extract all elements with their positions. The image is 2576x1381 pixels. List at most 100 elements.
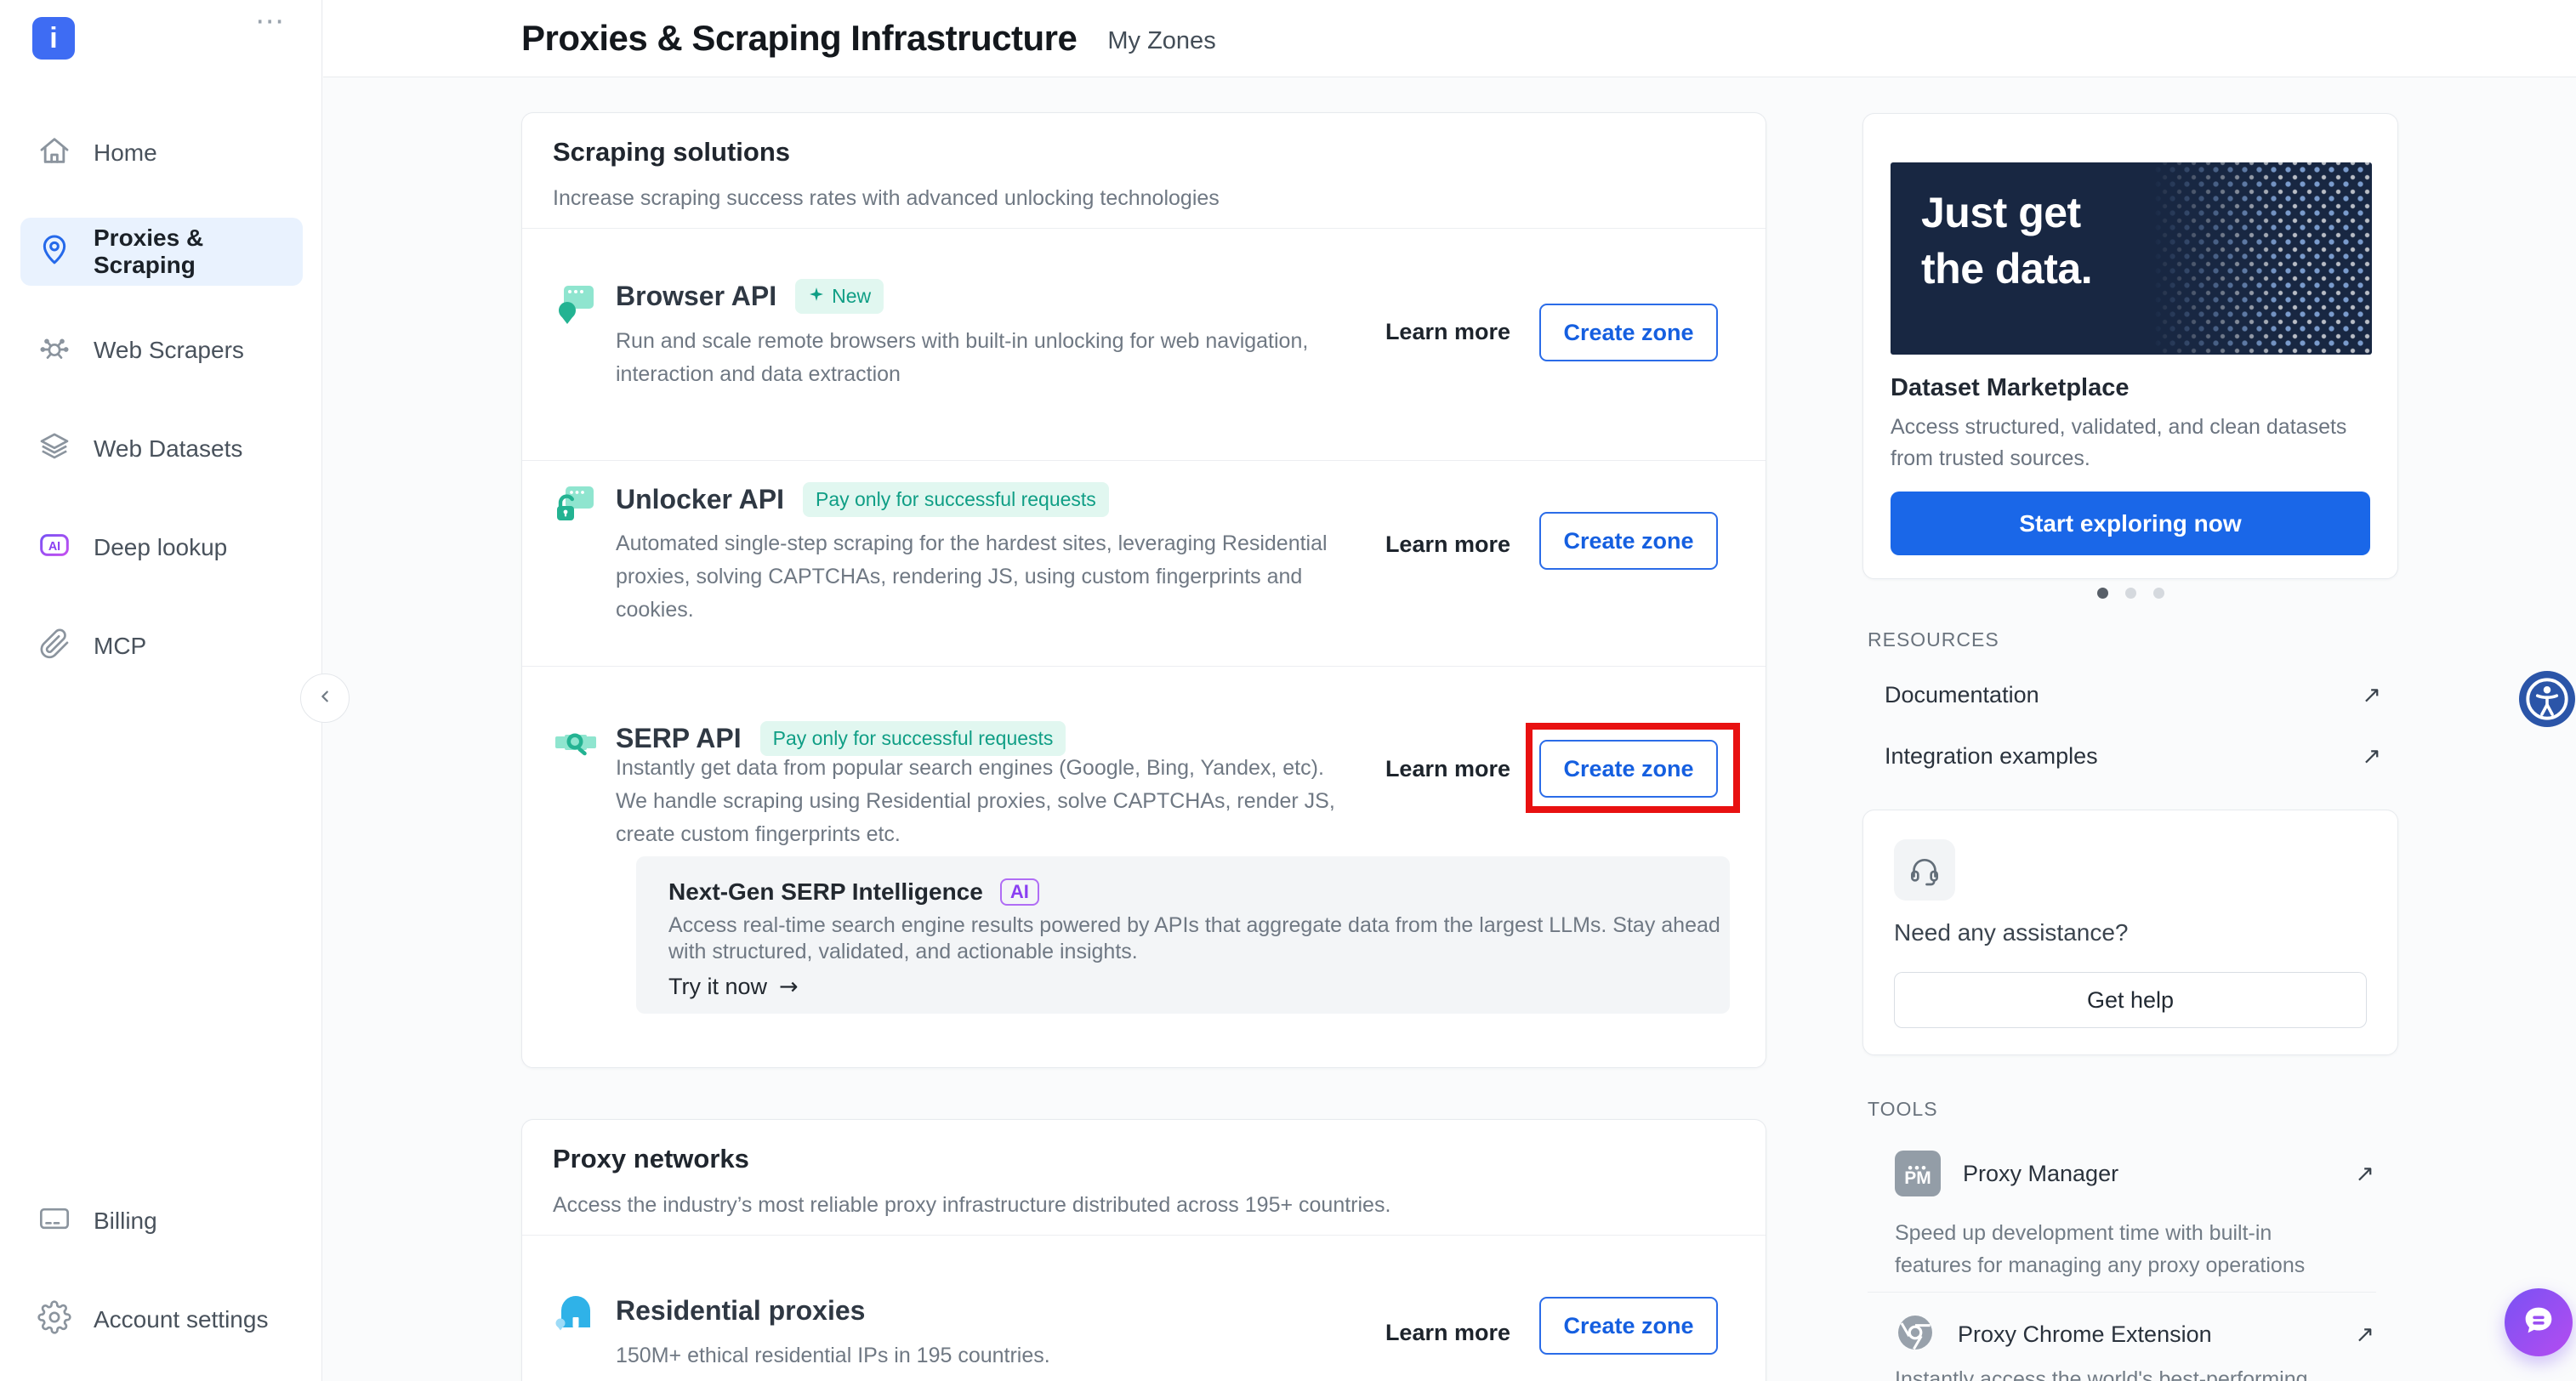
promo-carousel-dots (1862, 588, 2398, 599)
tools-section-label: TOOLS (1868, 1098, 1938, 1121)
try-it-now-label: Try it now (668, 974, 767, 1000)
learn-more-link[interactable]: Learn more (1385, 756, 1510, 782)
desc-line: with structured, validated, and actionab… (668, 939, 1720, 965)
tool-proxy-manager[interactable]: ••• PM Proxy Manager ↗ (1895, 1151, 2374, 1196)
carousel-dot[interactable] (2153, 588, 2164, 599)
sidebar-item-home[interactable]: Home (20, 119, 303, 187)
product-title: Residential proxies (616, 1295, 865, 1327)
sidebar-item-label: Billing (94, 1208, 157, 1235)
promo-heading: Dataset Marketplace (1891, 374, 2129, 402)
accessibility-widget-button[interactable] (2519, 671, 2575, 727)
ai-box-icon: AI (37, 528, 71, 568)
browser-api-icon (553, 281, 599, 327)
create-zone-button-browser-api[interactable]: Create zone (1539, 304, 1718, 361)
product-description: 150M+ ethical residential IPs in 195 cou… (616, 1339, 1050, 1372)
chat-widget-button[interactable] (2505, 1288, 2573, 1356)
sidebar: i ⋯ Home Proxies & Scraping Web Scrapers… (0, 0, 322, 1381)
resources-link-documentation[interactable]: Documentation ↗ (1885, 673, 2381, 717)
row-unlocker-api: Unlocker API Pay only for successful req… (522, 460, 1766, 666)
tab-my-zones[interactable]: My Zones (1107, 22, 1215, 55)
sidebar-item-label: Account settings (94, 1306, 268, 1333)
learn-more-link[interactable]: Learn more (1385, 1320, 1510, 1346)
external-link-icon: ↗ (2362, 682, 2381, 708)
desc-line: Instantly access the world's best-perfor… (1895, 1363, 2308, 1381)
sidebar-item-label: Web Scrapers (94, 337, 244, 364)
desc-line: 150M+ ethical residential IPs in 195 cou… (616, 1339, 1050, 1372)
sidebar-item-web-scrapers[interactable]: Web Scrapers (20, 316, 303, 384)
sidebar-item-mcp[interactable]: MCP (20, 612, 303, 680)
desc-line: features for managing any proxy operatio… (1895, 1249, 2305, 1282)
badge-label: Pay only for successful requests (773, 727, 1054, 750)
sidebar-overflow-menu-icon[interactable]: ⋯ (255, 7, 287, 36)
product-description: Run and scale remote browsers with built… (616, 325, 1308, 391)
brand-logo[interactable]: i (32, 17, 75, 60)
carousel-dot[interactable] (2097, 588, 2108, 599)
learn-more-link[interactable]: Learn more (1385, 531, 1510, 558)
desc-line: Run and scale remote browsers with built… (616, 325, 1308, 358)
layers-icon (37, 429, 71, 469)
get-help-button[interactable]: Get help (1894, 972, 2367, 1028)
desc-line: Access real-time search engine results p… (668, 912, 1720, 939)
paperclip-icon (37, 627, 71, 667)
row-browser-api: Browser API New Run and scale remote bro… (522, 229, 1766, 460)
divider (1868, 1292, 2376, 1293)
create-zone-button-residential[interactable]: Create zone (1539, 1297, 1718, 1355)
credit-card-icon (37, 1202, 71, 1242)
card-title: Proxy networks (553, 1144, 749, 1174)
link-label: Integration examples (1885, 743, 2098, 770)
tool-description: Speed up development time with built-in … (1895, 1217, 2305, 1282)
sidebar-item-label: Proxies & Scraping (94, 224, 303, 279)
sidebar-item-deep-lookup[interactable]: AI Deep lookup (20, 514, 303, 582)
next-gen-serp-box: Next-Gen SERP Intelligence AI Access rea… (636, 856, 1730, 1014)
serp-box-title: Next-Gen SERP Intelligence (668, 878, 983, 906)
resources-section-label: RESOURCES (1868, 628, 1999, 651)
carousel-dot[interactable] (2125, 588, 2136, 599)
serp-box-description: Access real-time search engine results p… (668, 912, 1720, 965)
sidebar-item-billing[interactable]: Billing (20, 1187, 303, 1255)
try-it-now-link[interactable]: Try it now → (668, 974, 799, 1000)
unlocker-api-icon (553, 483, 599, 529)
product-description: Automated single-step scraping for the h… (616, 527, 1328, 627)
card-subtitle: Access the industry’s most reliable prox… (553, 1193, 1390, 1218)
product-title: Unlocker API (616, 484, 784, 515)
resources-link-integration-examples[interactable]: Integration examples ↗ (1885, 734, 2381, 778)
row-serp-api: SERP API Pay only for successful request… (522, 666, 1766, 1069)
desc-line: interaction and data extraction (616, 358, 1308, 391)
sidebar-item-label: Home (94, 139, 157, 167)
page-header: Proxies & Scraping Infrastructure My Zon… (323, 0, 2576, 77)
tool-proxy-chrome-extension[interactable]: Proxy Chrome Extension ↗ (1895, 1312, 2374, 1357)
sidebar-collapse-button[interactable] (300, 673, 350, 723)
svg-text:AI: AI (48, 540, 60, 554)
banner-line: the data. (1921, 241, 2092, 297)
sidebar-item-proxies-scraping[interactable]: Proxies & Scraping (20, 218, 303, 286)
sidebar-item-web-datasets[interactable]: Web Datasets (20, 415, 303, 483)
create-zone-button-serp-api[interactable]: Create zone (1539, 740, 1718, 798)
desc-line: create custom fingerprints etc. (616, 818, 1335, 851)
desc-line: Automated single-step scraping for the h… (616, 527, 1328, 560)
serp-api-icon (553, 720, 599, 766)
pm-icon-dots: ••• (1908, 1161, 1928, 1169)
row-title-line: Unlocker API Pay only for successful req… (616, 480, 1109, 518)
product-title: Browser API (616, 281, 776, 312)
headset-icon (1894, 839, 1955, 901)
row-title-line: Residential proxies (616, 1292, 865, 1329)
dataset-marketplace-card: Just get the data. Dataset Marketplace A… (1862, 113, 2398, 579)
desc-line: proxies, solving CAPTCHAs, rendering JS,… (616, 560, 1328, 594)
desc-line: from trusted sources. (1891, 443, 2346, 475)
pay-per-success-badge: Pay only for successful requests (803, 482, 1109, 517)
main-content: Scraping solutions Increase scraping suc… (323, 77, 2576, 1381)
sidebar-item-account-settings[interactable]: Account settings (20, 1286, 303, 1354)
desc-line: Access structured, validated, and clean … (1891, 412, 2346, 443)
proxy-networks-card: Proxy networks Access the industry’s mos… (521, 1119, 1766, 1381)
product-title: SERP API (616, 723, 742, 754)
card-title: Scraping solutions (553, 137, 790, 168)
spider-icon (37, 331, 71, 371)
residential-proxies-icon (553, 1288, 599, 1334)
card-header: Scraping solutions Increase scraping suc… (522, 113, 1766, 229)
home-icon (37, 134, 71, 173)
create-zone-button-unlocker-api[interactable]: Create zone (1539, 512, 1718, 570)
proxy-manager-icon: ••• PM (1895, 1151, 1941, 1196)
start-exploring-button[interactable]: Start exploring now (1891, 492, 2370, 555)
banner-headline: Just get the data. (1921, 185, 2092, 297)
learn-more-link[interactable]: Learn more (1385, 319, 1510, 345)
